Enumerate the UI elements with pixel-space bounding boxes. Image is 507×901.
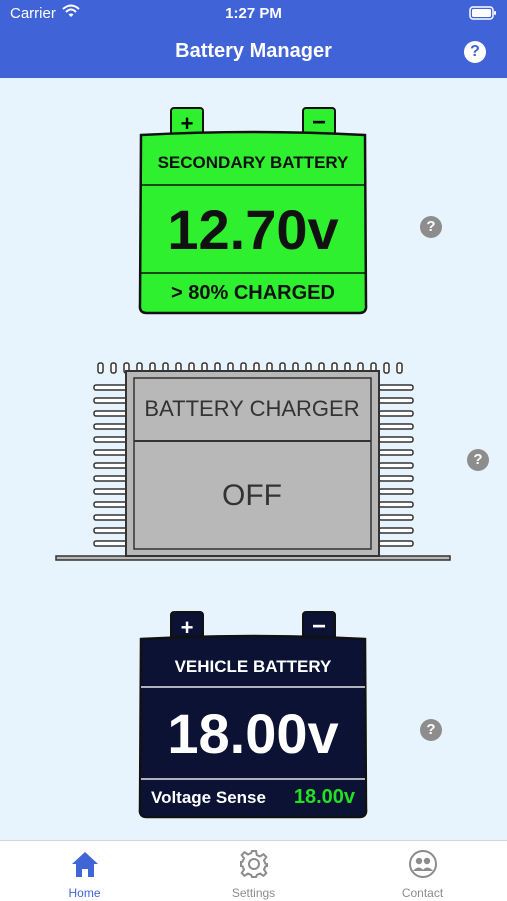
contact-icon (409, 850, 437, 878)
home-icon (72, 852, 98, 877)
charger-help-icon[interactable]: ? (467, 449, 489, 471)
charger-title: BATTERY CHARGER (144, 396, 360, 421)
negative-terminal-label: − (311, 613, 326, 640)
voltage-sense-label: Voltage Sense (151, 788, 266, 807)
heatsink-fin (378, 527, 414, 534)
navigation-bar: Battery Manager ? (0, 28, 507, 78)
heatsink-fin (93, 540, 129, 547)
heatsink-fin (93, 501, 129, 508)
heatsink-fin (378, 423, 414, 430)
tab-contact-label: Contact (401, 886, 444, 900)
status-time: 1:27 PM (225, 5, 282, 22)
secondary-battery-voltage: 12.70v (167, 198, 339, 261)
tab-bar: Home Settings Contact (0, 840, 507, 901)
heatsink-fin (93, 514, 129, 521)
vehicle-battery-title: VEHICLE BATTERY (174, 657, 332, 676)
tab-home-label: Home (68, 886, 101, 900)
heatsink-fin (93, 475, 129, 482)
charger-state: OFF (222, 479, 282, 512)
battery-charger-card[interactable]: BATTERY CHARGER OFF (54, 361, 454, 566)
charger-graphic (55, 362, 451, 561)
page-title: Battery Manager (175, 40, 332, 62)
tab-contact[interactable]: Contact (338, 841, 507, 901)
heatsink-fin (93, 436, 129, 443)
battery-status-icon (469, 6, 497, 24)
heatsink-fin (378, 462, 414, 469)
heatsink-fin (93, 449, 129, 456)
heatsink-fin (378, 436, 414, 443)
help-icon[interactable]: ? (464, 41, 486, 63)
heatsink-fin (378, 514, 414, 521)
secondary-battery-card[interactable]: + − SECONDARY BATTERY 12.70v > 80% CHARG… (135, 105, 371, 319)
status-bar: Carrier 1:27 PM (0, 0, 507, 28)
heatsink-fin (378, 384, 414, 391)
vehicle-battery-voltage: 18.00v (167, 702, 339, 765)
tab-settings[interactable]: Settings (169, 841, 338, 901)
voltage-sense-value: 18.00v (293, 786, 355, 808)
heatsink-fin (378, 540, 414, 547)
positive-terminal-label: + (180, 111, 194, 136)
heatsink-fin (378, 501, 414, 508)
heatsink-fin (93, 384, 129, 391)
heatsink-fin (378, 488, 414, 495)
heatsink-fin (93, 527, 129, 534)
main-content: + − SECONDARY BATTERY 12.70v > 80% CHARG… (0, 78, 507, 840)
heatsink-fin (378, 449, 414, 456)
heatsink-fin (93, 410, 129, 417)
heatsink-fin (93, 423, 129, 430)
heatsink-fin (383, 362, 390, 374)
positive-terminal-label: + (180, 615, 194, 640)
heatsink-fin (378, 475, 414, 482)
secondary-battery-status: > 80% CHARGED (171, 282, 335, 304)
heatsink-fin (93, 488, 129, 495)
vehicle-battery-card[interactable]: + − VEHICLE BATTERY 18.00v Voltage Sense… (135, 609, 371, 823)
heatsink-fin (97, 362, 104, 374)
heatsink-fin (110, 362, 117, 374)
secondary-battery-title: SECONDARY BATTERY (157, 153, 349, 172)
tab-settings-label: Settings (231, 886, 276, 900)
secondary-battery-help-icon[interactable]: ? (420, 216, 442, 238)
negative-terminal-label: − (311, 109, 326, 136)
heatsink-fin (396, 362, 403, 374)
vehicle-battery-help-icon[interactable]: ? (420, 719, 442, 741)
heatsink-fin (378, 397, 414, 404)
tab-home[interactable]: Home (0, 841, 169, 901)
heatsink-fin (378, 410, 414, 417)
heatsink-fin (93, 397, 129, 404)
gear-icon (240, 850, 268, 878)
heatsink-fin (93, 462, 129, 469)
